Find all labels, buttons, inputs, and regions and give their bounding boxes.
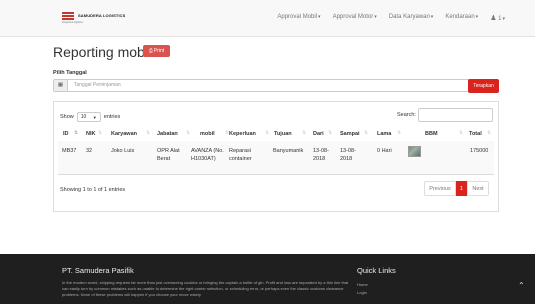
cell-id: MB37 (62, 148, 77, 154)
nav-approval-mobil[interactable]: Approval Mobil (277, 14, 320, 22)
cell-sampai: 13-08-2018 (340, 148, 356, 162)
footer-links: Home Login (357, 281, 368, 297)
entries-length-control: Show 10 ▼ entries (60, 112, 120, 122)
table-info: Showing 1 to 1 of 1 entries (60, 187, 126, 193)
user-menu-label: 1 (498, 16, 505, 22)
apply-button[interactable]: Terapkan (468, 79, 499, 93)
print-button-label: Print (153, 48, 165, 54)
nav-approval-motor[interactable]: Approval Motor (333, 14, 377, 22)
printer-icon: ⎙ (148, 48, 153, 54)
show-label: Show (60, 114, 74, 120)
col-header-nik[interactable]: NIK (86, 131, 95, 137)
col-header-sampai[interactable]: Sampai (340, 131, 360, 137)
filter-label: Pilih Tanggal (53, 70, 87, 76)
col-header-karyawan[interactable]: Karyawan (111, 131, 137, 137)
entries-select[interactable]: 10 ▼ (76, 112, 101, 122)
row-divider (58, 174, 494, 175)
sort-icon: ⇅ (459, 130, 464, 136)
bbm-receipt-image[interactable] (408, 146, 421, 157)
sort-icon: ⇅ (186, 130, 191, 136)
logo-mark-icon (62, 12, 74, 20)
cell-dari: 13-08-2018 (313, 148, 329, 162)
entries-value: 10 (80, 114, 87, 120)
chevron-down-icon: ▼ (92, 114, 97, 120)
sort-icon: ⇅ (98, 130, 103, 136)
nav-data-karyawan[interactable]: Data Karyawan (389, 14, 434, 22)
cell-total: 175000 (470, 148, 489, 154)
footer-link-login[interactable]: Login (357, 289, 368, 297)
cell-jabatan: OPR Alat Berat (157, 148, 180, 162)
sort-asc-icon: ⇅ (74, 130, 79, 136)
sort-icon: ⇅ (146, 130, 151, 136)
top-navbar: SAMUDERA LOGISTICS Integrated logistics … (0, 0, 535, 37)
sort-icon: ⇅ (302, 130, 307, 136)
logo-text: SAMUDERA LOGISTICS (78, 13, 126, 18)
col-header-id[interactable]: ID (63, 131, 69, 137)
col-header-keperluan[interactable]: Keperluan (229, 131, 256, 137)
search-label: Search: (397, 112, 416, 118)
search-input[interactable] (418, 108, 493, 122)
nav-user-menu[interactable]: ♟ 1 (490, 14, 505, 22)
sort-icon: ⇅ (397, 130, 402, 136)
user-icon: ♟ (490, 15, 497, 22)
cell-nik: 32 (86, 148, 93, 154)
col-header-jabatan[interactable]: Jabatan (157, 131, 178, 137)
pagination-previous[interactable]: Previous (424, 181, 456, 196)
logo-tagline: Integrated logistics (62, 21, 83, 24)
cell-karyawan: Joko Luis (111, 148, 135, 154)
cell-keperluan: Reparasi container (229, 148, 252, 162)
brand-logo[interactable]: SAMUDERA LOGISTICS (62, 12, 126, 20)
entries-label: entries (103, 114, 121, 120)
cell-tujuan: Banyumanik (273, 148, 304, 154)
date-input-placeholder[interactable]: Tanggal Peminjaman (74, 80, 121, 91)
footer-company-name: PT. Samudera Pasifik (62, 266, 134, 275)
table-row (58, 141, 494, 174)
footer-quick-links-title: Quick Links (357, 266, 396, 275)
sort-icon: ⇅ (265, 130, 270, 136)
col-header-bbm[interactable]: BBM (425, 131, 438, 137)
footer-description: In the modern world, shipping requires f… (62, 280, 349, 297)
sort-icon: ⇅ (364, 130, 369, 136)
col-header-mobil[interactable]: mobil (200, 131, 215, 137)
calendar-icon: ▦ (54, 80, 68, 91)
pagination-next[interactable]: Next (467, 181, 489, 196)
page-title: Reporting mobil (53, 44, 152, 60)
print-button[interactable]: ⎙ Print (143, 45, 170, 57)
col-header-lama[interactable]: Lama (377, 131, 391, 137)
col-header-tujuan[interactable]: Tujuan (274, 131, 292, 137)
date-filter-field[interactable]: ▦ Tanggal Peminjaman (53, 79, 486, 92)
cell-lama: 0 Hari (377, 148, 392, 154)
pagination-page-1[interactable]: 1 (456, 181, 467, 196)
sort-icon: ⇅ (328, 130, 333, 136)
col-header-total[interactable]: Total (469, 131, 482, 137)
sort-icon: ⇅ (487, 130, 492, 136)
footer-link-home[interactable]: Home (357, 281, 368, 289)
cell-mobil: AVANZA (No. H1030AT) (191, 148, 224, 162)
col-header-dari[interactable]: Dari (313, 131, 324, 137)
nav-kendaraan[interactable]: Kendaraan (445, 14, 478, 22)
chevron-up-icon[interactable]: ⌃ (518, 281, 525, 290)
pagination: Previous 1 Next (424, 181, 489, 196)
